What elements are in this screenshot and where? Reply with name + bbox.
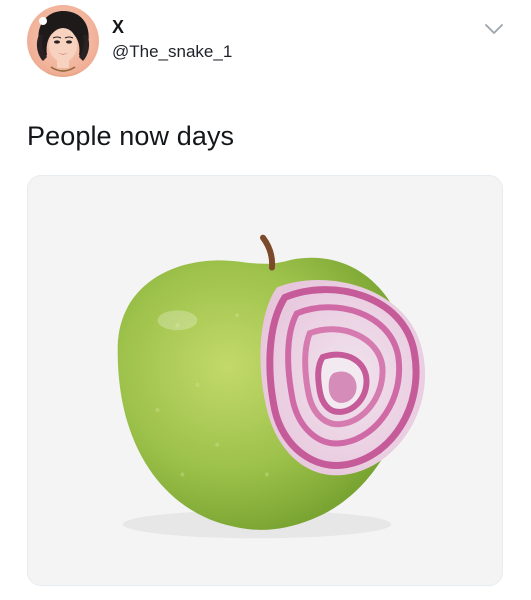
user-handle[interactable]: @The_snake_1	[112, 42, 232, 62]
avatar-illustration-icon	[36, 11, 90, 77]
tweet-media-image[interactable]	[27, 175, 503, 586]
apple-onion-image-icon	[117, 234, 426, 539]
display-name[interactable]: X	[112, 17, 124, 38]
tweet-text: People now days	[27, 121, 235, 151]
avatar[interactable]	[27, 5, 99, 77]
tweet-card: X @The_snake_1 People now days	[0, 0, 531, 600]
chevron-down-icon[interactable]	[483, 20, 505, 38]
